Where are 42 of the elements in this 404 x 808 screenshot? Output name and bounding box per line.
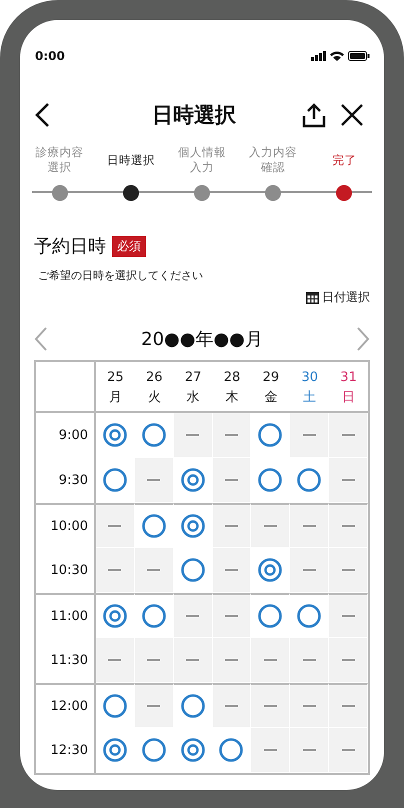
double-circle-icon[interactable] <box>102 423 127 447</box>
required-badge: 必須 <box>112 236 146 256</box>
close-button[interactable] <box>340 103 364 127</box>
circle-icon[interactable] <box>102 468 127 492</box>
circle-icon[interactable] <box>142 423 166 447</box>
double-circle-icon[interactable] <box>102 604 127 628</box>
circle-icon[interactable] <box>258 468 282 492</box>
section-title: 予約日時 <box>34 235 106 258</box>
circle-icon[interactable] <box>258 423 282 447</box>
circle-icon[interactable] <box>180 694 205 718</box>
circle-icon[interactable] <box>142 514 166 538</box>
step-label: 日時選択 <box>106 152 155 168</box>
circle-icon[interactable] <box>102 694 127 718</box>
month-label: 20●●年●●月 <box>141 328 263 351</box>
circle-icon[interactable] <box>142 738 166 762</box>
circle-icon[interactable] <box>297 604 322 628</box>
circle-icon[interactable] <box>180 558 205 582</box>
circle-icon[interactable] <box>142 604 166 628</box>
page-title: 日時選択 <box>151 102 237 129</box>
wifi-icon <box>330 51 344 61</box>
previous-month-button[interactable] <box>34 326 48 352</box>
next-month-button[interactable] <box>356 326 370 352</box>
step-label: 診療内容選択 <box>35 145 84 175</box>
calendar-icon <box>306 291 319 304</box>
double-circle-icon[interactable] <box>258 558 282 582</box>
date-picker-link[interactable]: 日付選択 <box>306 289 370 306</box>
step-label: 入力内容確認 <box>249 145 298 175</box>
signal-icon <box>311 51 326 61</box>
step-label: 個人情報入力 <box>178 145 226 175</box>
battery-icon <box>348 51 370 61</box>
circle-icon[interactable] <box>258 604 282 628</box>
circle-icon[interactable] <box>297 468 322 492</box>
double-circle-icon[interactable] <box>180 468 205 492</box>
double-circle-icon[interactable] <box>180 738 205 762</box>
back-button[interactable] <box>34 102 50 128</box>
hint-text: ご希望の日時を選択してください <box>38 268 204 283</box>
share-button[interactable] <box>302 102 326 128</box>
status-time: 0:00 <box>35 49 65 63</box>
double-circle-icon[interactable] <box>180 514 205 538</box>
double-circle-icon[interactable] <box>102 738 127 762</box>
step-label: 完了 <box>331 152 358 168</box>
circle-icon[interactable] <box>219 738 244 762</box>
